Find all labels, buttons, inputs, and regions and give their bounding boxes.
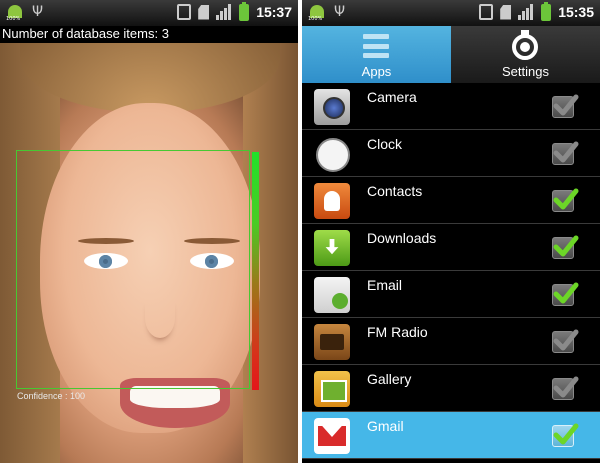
app-lock-checkbox[interactable]: [552, 329, 579, 353]
checkmark-icon: [553, 235, 579, 257]
signal-icon: [518, 4, 534, 20]
usb-icon: Ψ: [334, 4, 346, 20]
status-time: 15:37: [256, 4, 292, 20]
checkmark-icon: [553, 94, 579, 116]
app-lock-checkbox[interactable]: [552, 235, 579, 259]
checkmark-icon: [553, 376, 579, 398]
app-row[interactable]: Gallery: [302, 365, 600, 412]
app-list: Camera Clock Contacts Downloads Email FM Radi…: [302, 83, 600, 463]
tab-settings[interactable]: Settings: [451, 26, 600, 83]
status-bar: 100% Ψ 15:37: [0, 0, 298, 26]
app-name: Email: [367, 277, 403, 293]
contacts-icon: [314, 183, 350, 219]
battery-icon: [239, 1, 250, 21]
tab-bar: Apps Settings: [302, 26, 600, 83]
app-row[interactable]: Clock: [302, 130, 600, 177]
app-lock-screen: 100% Ψ 15:35 Apps Settings Camera Clock Co…: [302, 0, 600, 463]
app-row[interactable]: Email: [302, 271, 600, 318]
confidence-label: Confidence : 100: [17, 391, 86, 401]
fm-radio-icon: [314, 324, 350, 360]
vibrate-icon: [177, 4, 192, 20]
signal-icon: [216, 4, 232, 20]
app-row[interactable]: FM Radio: [302, 318, 600, 365]
app-name: Gallery: [367, 371, 412, 387]
email-icon: [314, 277, 350, 313]
app-row[interactable]: Camera: [302, 83, 600, 130]
settings-icon: [512, 30, 538, 60]
status-bar: 100% Ψ 15:35: [302, 0, 600, 26]
app-row[interactable]: Gmail: [302, 412, 600, 459]
status-time: 15:35: [558, 4, 594, 20]
tab-apps-label: Apps: [361, 64, 392, 79]
app-row[interactable]: Contacts: [302, 177, 600, 224]
sd-card-icon: [500, 4, 512, 20]
checkmark-icon: [553, 282, 579, 304]
vibrate-icon: [479, 4, 494, 20]
database-count-label: Number of database items: 3: [0, 26, 298, 43]
app-lock-checkbox[interactable]: [552, 282, 579, 306]
battery-percent: 100%: [308, 16, 323, 22]
checkmark-icon: [553, 188, 579, 210]
battery-icon: [541, 1, 552, 21]
gmail-icon: [314, 418, 350, 454]
android-battery-icon: 100%: [308, 3, 326, 22]
gallery-icon: [314, 371, 350, 407]
app-name: Downloads: [367, 230, 437, 246]
confidence-meter: [252, 152, 259, 390]
photo-teeth: [130, 386, 220, 408]
app-lock-checkbox[interactable]: [552, 188, 579, 212]
app-name: FM Radio: [367, 324, 428, 340]
camera-icon: [314, 89, 350, 125]
app-name: Contacts: [367, 183, 423, 199]
tab-apps[interactable]: Apps: [302, 26, 451, 83]
clock-icon: [314, 136, 350, 172]
face-detection-screen: 100% Ψ 15:37 Number of database items: 3…: [0, 0, 298, 463]
tab-settings-label: Settings: [502, 64, 549, 79]
battery-percent: 100%: [6, 16, 21, 22]
app-name: Camera: [367, 89, 417, 105]
android-battery-icon: 100%: [6, 3, 24, 22]
app-lock-checkbox[interactable]: [552, 94, 579, 118]
app-row[interactable]: Downloads: [302, 224, 600, 271]
app-lock-checkbox[interactable]: [552, 376, 579, 400]
face-detection-box: [16, 150, 250, 389]
app-lock-checkbox[interactable]: [552, 423, 579, 447]
checkmark-icon: [553, 329, 579, 351]
app-lock-checkbox[interactable]: [552, 141, 579, 165]
checkmark-icon: [553, 141, 579, 163]
downloads-icon: [314, 230, 350, 266]
menu-icon: [363, 34, 389, 58]
app-name: Gmail: [367, 418, 404, 434]
app-name: Clock: [367, 136, 403, 152]
usb-icon: Ψ: [32, 4, 44, 20]
sd-card-icon: [198, 4, 210, 20]
checkmark-icon: [553, 423, 579, 445]
